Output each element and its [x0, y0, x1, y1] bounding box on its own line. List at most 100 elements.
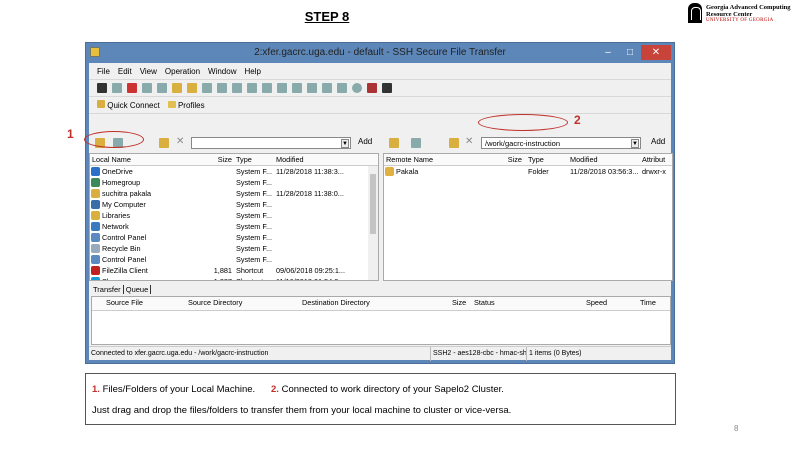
col-size[interactable]: Size	[452, 297, 466, 308]
help-book-icon[interactable]	[367, 83, 377, 93]
remote-add-button[interactable]: Add	[651, 137, 665, 146]
file-row[interactable]: Homegroup System F...	[90, 177, 378, 188]
menu-help[interactable]: Help	[244, 67, 260, 76]
save-icon[interactable]	[97, 83, 107, 93]
file-row[interactable]: Network System F...	[90, 221, 378, 232]
file-row[interactable]: Control Panel System F...	[90, 254, 378, 265]
chevron-down-icon[interactable]: ▼	[341, 139, 349, 148]
transfer-tabs: Transfer Queue	[93, 285, 152, 294]
local-header: Local Name Size Type Modified	[90, 154, 378, 166]
file-type: System F...	[236, 200, 273, 209]
file-name: Libraries	[102, 211, 130, 220]
file-icon	[385, 167, 394, 176]
columns-icon[interactable]	[292, 83, 302, 93]
folder-icon[interactable]	[187, 83, 197, 93]
remote-path-bar: ✕ /work/gacrc-instruction ▼ Add	[379, 135, 673, 151]
col-source-file[interactable]: Source File	[106, 297, 143, 308]
col-size[interactable]: Size	[492, 154, 522, 165]
file-row[interactable]: Control Panel System F...	[90, 232, 378, 243]
col-source-directory[interactable]: Source Directory	[188, 297, 242, 308]
col-status[interactable]: Status	[474, 297, 495, 308]
col-speed[interactable]: Speed	[586, 297, 607, 308]
help-icon[interactable]	[382, 83, 392, 93]
tab-transfer[interactable]: Transfer	[93, 285, 124, 294]
file-row[interactable]: Pakala Folder 11/28/2018 03:56:3... drwxr-x	[384, 166, 672, 177]
file-modified: 11/28/2018 11:38:0...	[276, 189, 344, 198]
file-icon	[91, 244, 100, 253]
quick-connect-bar: Quick Connect Profiles	[89, 97, 671, 114]
upload-icon[interactable]	[232, 83, 242, 93]
file-icon	[91, 266, 100, 275]
file-name: Skype	[102, 276, 122, 280]
col-modified[interactable]: Modified	[570, 154, 598, 165]
col-modified[interactable]: Modified	[276, 154, 304, 165]
chevron-down-icon[interactable]: ▼	[631, 139, 639, 148]
profiles-button[interactable]: Profiles	[167, 100, 205, 110]
tab-queue[interactable]: Queue	[125, 285, 152, 294]
file-type: System F...	[236, 167, 273, 176]
file-icon	[91, 255, 100, 264]
details-icon[interactable]	[277, 83, 287, 93]
download-icon[interactable]	[217, 83, 227, 93]
delete-icon[interactable]: ✕	[465, 136, 473, 147]
up-folder-icon[interactable]	[389, 138, 399, 148]
ssh-window: 2:xfer.gacrc.uga.edu - default - SSH Sec…	[67, 42, 675, 364]
disconnect-icon[interactable]	[127, 83, 137, 93]
file-row[interactable]: suchitra pakala System F... 11/28/2018 11:…	[90, 188, 378, 199]
print-icon[interactable]	[112, 83, 122, 93]
quick-connect-label: Quick Connect	[107, 101, 160, 110]
scroll-thumb[interactable]	[370, 174, 376, 234]
file-row[interactable]: Libraries System F...	[90, 210, 378, 221]
list-icon[interactable]	[262, 83, 272, 93]
col-attributes[interactable]: Attribut	[642, 154, 665, 165]
col-remote-name[interactable]: Remote Name	[386, 154, 433, 165]
file-row[interactable]: FileZilla Client 1,881 Shortcut 09/06/2018 …	[90, 265, 378, 276]
home-icon[interactable]	[411, 138, 421, 148]
note-text: Files/Folders of your Local Machine.	[99, 384, 256, 395]
local-scrollbar[interactable]	[368, 166, 378, 280]
close-button[interactable]: ✕	[641, 45, 671, 60]
remote-path-input[interactable]: /work/gacrc-instruction ▼	[481, 137, 641, 149]
local-add-button[interactable]: Add	[358, 137, 372, 146]
file-size: 1,881	[213, 266, 232, 275]
local-path-input[interactable]: ▼	[191, 137, 351, 149]
menu-operation[interactable]: Operation	[165, 67, 200, 76]
menu-edit[interactable]: Edit	[118, 67, 132, 76]
connect-icon	[97, 100, 105, 108]
col-type[interactable]: Type	[528, 154, 544, 165]
file-row[interactable]: Recycle Bin System F...	[90, 243, 378, 254]
new-folder-icon[interactable]	[449, 138, 459, 148]
menu-file[interactable]: File	[97, 67, 110, 76]
folder-icon[interactable]	[172, 83, 182, 93]
view-icon[interactable]	[247, 83, 257, 93]
transfer-header: Source File Source Directory Destination…	[92, 297, 670, 311]
delete-icon[interactable]: ✕	[176, 136, 184, 147]
file-row[interactable]: Skype 1,337 Shortcut 11/16/2018 01:54:0...	[90, 276, 378, 280]
col-type[interactable]: Type	[236, 154, 252, 165]
note-text: Just drag and drop the files/folders to …	[92, 405, 512, 416]
file-name: suchitra pakala	[102, 189, 152, 198]
file-row[interactable]: My Computer System F...	[90, 199, 378, 210]
menu-window[interactable]: Window	[208, 67, 236, 76]
auto-icon[interactable]	[337, 83, 347, 93]
col-time[interactable]: Time	[640, 297, 656, 308]
settings-icon[interactable]	[202, 83, 212, 93]
binary-icon[interactable]	[322, 83, 332, 93]
col-destination-directory[interactable]: Destination Directory	[302, 297, 370, 308]
col-size[interactable]: Size	[202, 154, 232, 165]
menu-bar: File Edit View Operation Window Help	[89, 63, 671, 80]
paste-icon[interactable]	[157, 83, 167, 93]
col-local-name[interactable]: Local Name	[92, 154, 131, 165]
maximize-button[interactable]: □	[619, 45, 641, 60]
connection-status: Connected to xfer.gacrc.uga.edu - /work/…	[91, 350, 269, 357]
minimize-button[interactable]: –	[597, 45, 619, 60]
file-row[interactable]: OneDrive System F... 11/28/2018 11:38:3...	[90, 166, 378, 177]
stop-icon[interactable]	[352, 83, 362, 93]
ascii-icon[interactable]	[307, 83, 317, 93]
quick-connect-button[interactable]: Quick Connect	[97, 100, 160, 110]
copy-icon[interactable]	[142, 83, 152, 93]
file-type: Folder	[528, 167, 549, 176]
menu-view[interactable]: View	[140, 67, 157, 76]
new-folder-icon[interactable]	[159, 138, 169, 148]
file-name: FileZilla Client	[102, 266, 148, 275]
